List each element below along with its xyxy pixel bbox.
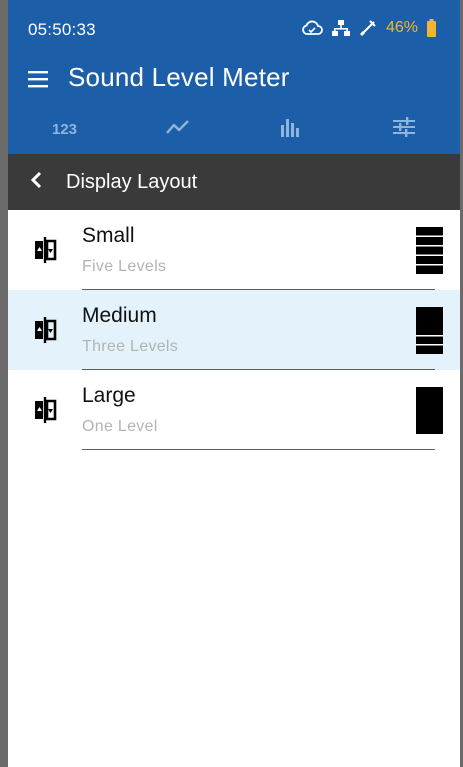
three-levels-preview-icon [416,307,443,354]
layout-title: Large [82,384,136,407]
cloud-sync-icon [301,20,323,36]
layout-option-large[interactable]: Large One Level [8,370,460,450]
one-level-preview-icon [416,387,443,434]
tab-bar-chart[interactable] [234,104,347,154]
layout-subtitle: Three Levels [82,338,179,355]
back-icon [28,170,44,195]
layout-swap-icon [31,395,59,425]
status-icons: 46% [301,19,436,37]
app-title: Sound Level Meter [68,62,290,92]
divider [82,449,435,450]
layout-title: Medium [82,304,157,327]
network-icon [331,19,350,37]
layout-list: Small Five Levels Medium Three Levels La… [8,210,460,450]
status-bar: 05:50:33 46% [8,0,460,54]
layout-subtitle: One Level [82,418,158,435]
page-title: Display Layout [66,171,198,193]
window-left-edge [0,0,8,767]
layout-option-medium[interactable]: Medium Three Levels [8,290,460,370]
layout-option-small[interactable]: Small Five Levels [8,210,460,290]
battery-icon [427,19,436,37]
sliders-icon [392,116,416,142]
tab-settings[interactable] [347,104,460,154]
sub-header: Display Layout [8,154,460,210]
tab-numeric[interactable]: 123 [8,104,121,154]
layout-swap-icon [31,235,59,265]
back-button[interactable] [22,168,50,196]
line-chart-icon [165,118,191,141]
tab-numeric-label: 123 [51,120,78,138]
five-levels-preview-icon [416,227,443,274]
status-time: 05:50:33 [28,20,96,39]
layout-subtitle: Five Levels [82,258,167,275]
app-bar: Sound Level Meter [8,54,460,104]
bar-chart-icon [280,117,302,142]
calibration-icon [359,19,377,37]
layout-title: Small [82,224,135,247]
layout-swap-icon [31,315,59,345]
menu-icon[interactable] [26,66,52,92]
tab-line-chart[interactable] [121,104,234,154]
battery-percent: 46% [385,19,418,36]
tab-bar: 123 [8,104,460,154]
app-screen: 05:50:33 46% Sound Level Meter 123 Displ… [8,0,460,767]
